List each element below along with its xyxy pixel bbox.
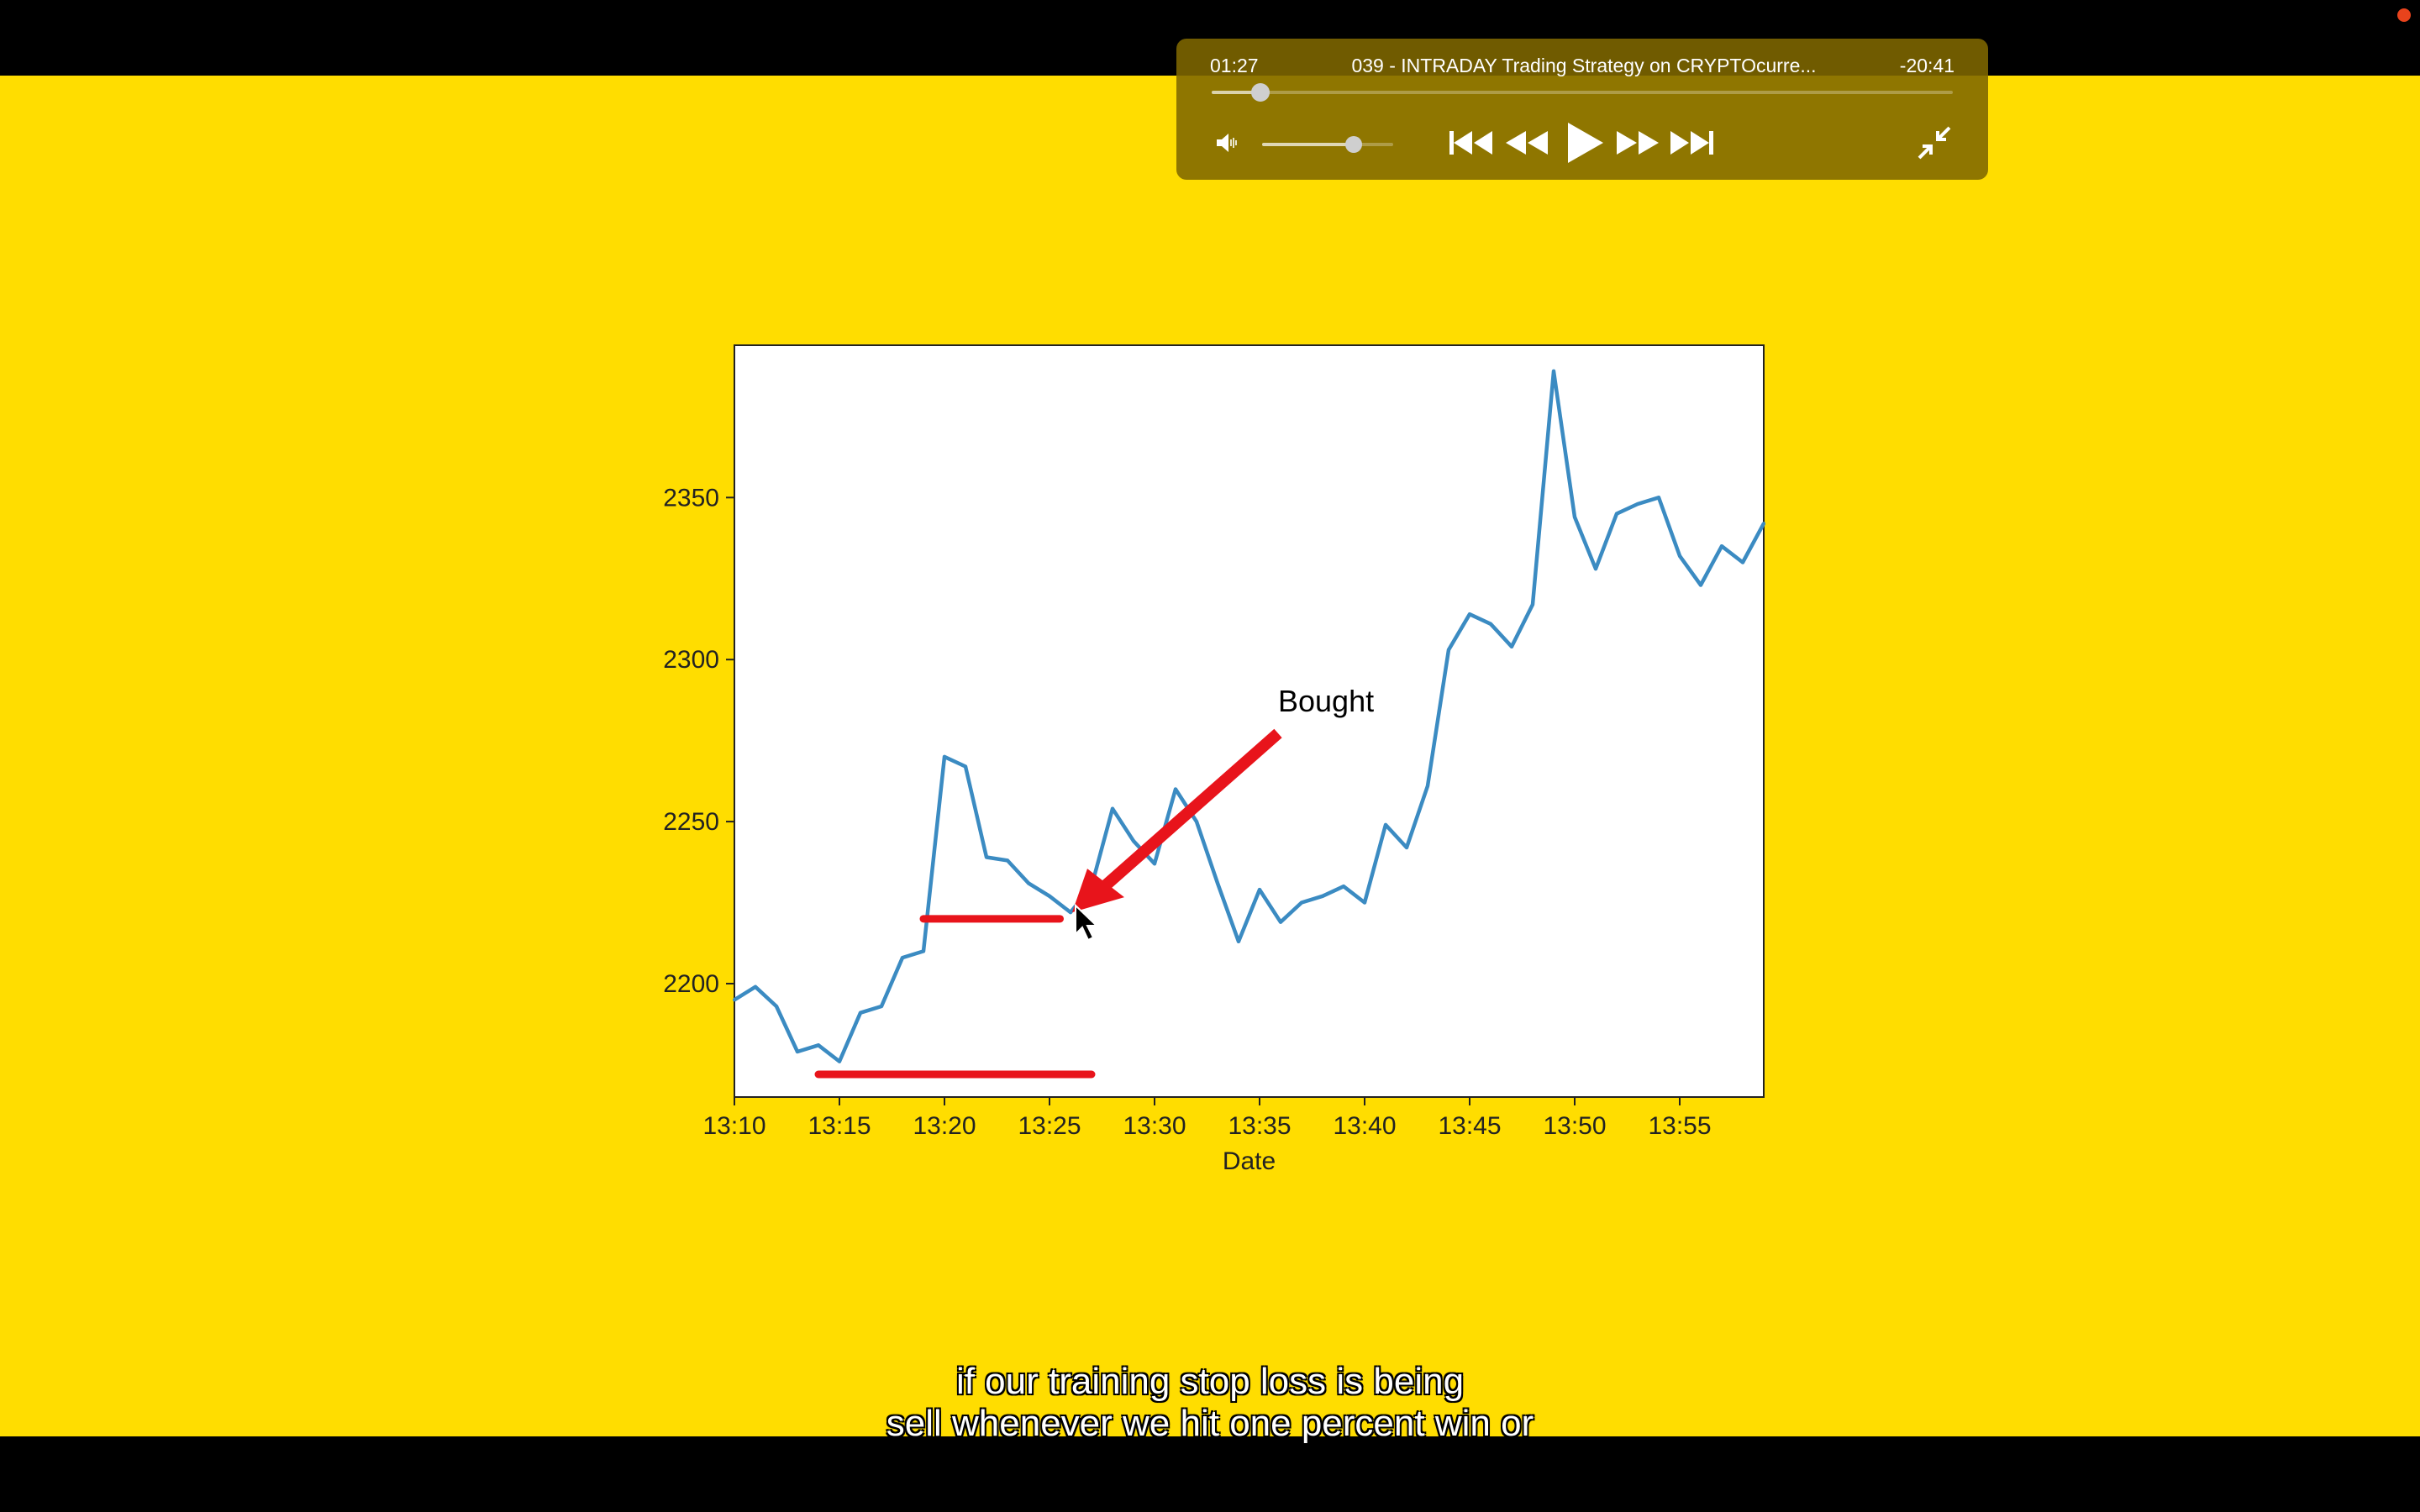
progress-bar[interactable] <box>1212 83 1953 102</box>
x-tick-label: 13:15 <box>808 1112 871 1140</box>
x-tick-label: 13:30 <box>1123 1112 1186 1140</box>
price-data-point <box>775 1004 778 1008</box>
price-data-point <box>817 1043 820 1047</box>
y-tick-label: 2250 <box>663 808 719 836</box>
price-data-point <box>1468 612 1471 617</box>
x-tick-label: 13:10 <box>702 1112 765 1140</box>
price-data-point <box>901 956 904 960</box>
price-data-point <box>733 998 736 1002</box>
price-data-point <box>1216 881 1219 885</box>
x-tick-label: 13:45 <box>1438 1112 1501 1140</box>
price-data-point <box>1342 885 1345 889</box>
skip-to-start-icon[interactable] <box>1447 128 1494 162</box>
rewind-icon[interactable] <box>1502 128 1549 162</box>
price-data-point <box>796 1049 799 1053</box>
elapsed-time: 01:27 <box>1210 55 1259 76</box>
price-data-point <box>1237 939 1240 943</box>
x-tick-label: 13:25 <box>1018 1112 1081 1140</box>
price-data-point <box>1069 911 1072 915</box>
price-data-point <box>1762 522 1765 526</box>
price-data-point <box>943 754 946 759</box>
price-chart: 13:10 13:15 13:20 13:25 13:30 13:35 13:40 13:45… <box>663 344 1765 1175</box>
fast-forward-icon[interactable] <box>1615 128 1662 162</box>
price-data-point <box>1153 862 1156 866</box>
price-data-point <box>1300 900 1303 905</box>
price-data-point <box>1384 822 1387 827</box>
remaining-time: -20:41 <box>1899 55 1954 76</box>
play-icon[interactable] <box>1563 121 1605 169</box>
price-data-point <box>754 984 757 989</box>
exit-fullscreen-icon[interactable] <box>1916 124 1953 165</box>
price-data-point <box>1615 512 1618 516</box>
price-data-point <box>1363 900 1366 905</box>
price-data-point <box>1258 888 1261 892</box>
price-data-point <box>1657 496 1660 500</box>
price-data-point <box>1489 622 1492 626</box>
x-tick-label: 13:35 <box>1228 1112 1291 1140</box>
video-title: 039 - INTRADAY Trading Strategy on CRYPT… <box>1351 55 1817 76</box>
price-data-point <box>985 855 988 859</box>
caption-line-2: sell whenever we hit one percent win or <box>886 1403 1534 1444</box>
price-data-point <box>1594 567 1597 571</box>
price-data-point <box>1741 560 1744 564</box>
x-tick-label: 13:20 <box>913 1112 976 1140</box>
annotation-bought-label: Bought <box>1278 684 1374 718</box>
price-data-point <box>1132 839 1135 843</box>
x-tick-label: 13:40 <box>1333 1112 1396 1140</box>
price-data-point <box>1678 554 1681 558</box>
plot-area <box>734 344 1765 1098</box>
price-data-point <box>880 1004 883 1008</box>
player-controls: 01:27 039 - INTRADAY Trading Strategy on… <box>1176 39 1988 180</box>
price-data-point <box>1279 920 1282 924</box>
price-data-point <box>1027 881 1030 885</box>
price-data-point <box>1573 515 1576 519</box>
price-data-point <box>1699 583 1702 587</box>
price-data-point <box>964 764 967 769</box>
x-axis-label: Date <box>1223 1147 1276 1175</box>
speaker-volume-icon[interactable] <box>1213 129 1240 156</box>
x-tick-label: 13:55 <box>1648 1112 1711 1140</box>
caption-line-1: if our training stop loss is being <box>955 1361 1465 1402</box>
price-data-point <box>1174 787 1177 791</box>
y-tick-label: 2300 <box>663 646 719 674</box>
price-data-point <box>859 1011 862 1015</box>
volume-slider[interactable] <box>1262 136 1393 153</box>
y-tick-label: 2200 <box>663 970 719 998</box>
price-data-point <box>1531 602 1534 606</box>
price-data-point <box>1048 894 1051 898</box>
price-data-point <box>1636 502 1639 507</box>
x-tick-label: 13:50 <box>1543 1112 1606 1140</box>
price-data-point <box>1426 784 1429 788</box>
price-data-point <box>1405 845 1408 849</box>
price-data-point <box>1195 820 1198 824</box>
price-data-point <box>1447 648 1450 652</box>
price-data-point <box>1006 858 1009 863</box>
progress-knob[interactable] <box>1251 83 1270 102</box>
skip-to-end-icon[interactable] <box>1669 128 1716 162</box>
price-data-point <box>1111 806 1114 811</box>
price-data-point <box>1552 369 1555 373</box>
price-data-point <box>922 949 925 953</box>
volume-fill <box>1262 143 1355 146</box>
price-data-point <box>1321 894 1324 898</box>
volume-knob[interactable] <box>1345 136 1363 153</box>
price-data-point <box>1510 644 1513 648</box>
price-data-point <box>838 1059 841 1063</box>
price-data-point <box>1720 544 1723 549</box>
y-tick-label: 2350 <box>663 484 719 512</box>
